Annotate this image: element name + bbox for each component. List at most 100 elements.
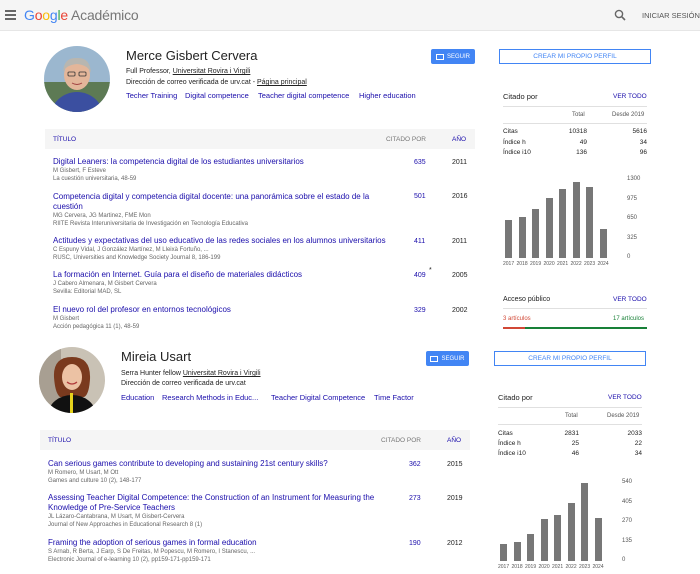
publication-cites[interactable]: 329 <box>414 307 426 314</box>
stat-label: Índice h <box>498 440 521 447</box>
publication-title[interactable]: La formación en Internet. Guía para el d… <box>53 270 383 280</box>
publication-year: 2015 <box>447 461 463 468</box>
stat-total: 136 <box>576 149 587 156</box>
chart-bar-2024[interactable] <box>599 229 607 258</box>
stat-label: Índice h <box>503 139 526 146</box>
publication-cites[interactable]: 362 <box>409 461 421 468</box>
col-all-header: Total <box>572 112 585 118</box>
available-count[interactable]: 17 artículos <box>613 316 644 322</box>
keyword-link[interactable]: Time Factor <box>374 393 414 402</box>
chart-bar-2019[interactable] <box>532 209 539 258</box>
chart-bar-2017[interactable] <box>505 220 512 258</box>
logo-suffix: Académico <box>71 7 139 23</box>
position-text: Serra Hunter fellow <box>121 370 183 377</box>
publication-title[interactable]: Digital Leaners: la competencia digital … <box>53 157 383 167</box>
keyword-link[interactable]: Teacher Digital Competence <box>271 393 365 402</box>
keyword-link[interactable]: Higher education <box>359 91 416 100</box>
public-access-view-all[interactable]: VER TODO <box>613 296 647 303</box>
publication-cites[interactable]: 411 <box>414 238 425 245</box>
chart-y-tick: 1300 <box>627 176 641 182</box>
avatar[interactable] <box>44 46 110 112</box>
homepage-link[interactable]: Página principal <box>257 79 307 86</box>
publication-title[interactable]: Framing the adoption of serious games in… <box>48 538 383 548</box>
publication-cites[interactable]: 409 <box>414 272 426 279</box>
publication-year: 2019 <box>447 495 463 502</box>
chart-bar-2023[interactable] <box>581 483 588 561</box>
envelope-icon <box>435 53 444 60</box>
stat-since: 34 <box>639 139 647 146</box>
chart-bar-2017[interactable] <box>500 544 507 561</box>
publication-title[interactable]: El nuevo rol del profesor en entornos te… <box>53 305 383 315</box>
keyword-link[interactable]: Techer Training <box>126 91 177 100</box>
publication-cites[interactable]: 501 <box>414 193 426 200</box>
chart-bar-2021[interactable] <box>554 515 561 561</box>
chart-x-tick: 2023 <box>584 261 596 267</box>
create-profile-button[interactable]: CREAR MI PROPIO PERFIL <box>499 49 651 64</box>
affiliation-link[interactable]: Universitat Rovira i Virgili <box>183 370 261 377</box>
chart-x-tick: 2023 <box>579 564 591 570</box>
keyword-link[interactable]: Research Methods in Educ... <box>162 393 258 402</box>
chart-bar-2020[interactable] <box>545 198 553 258</box>
keyword-link[interactable]: Education <box>121 393 154 402</box>
publication-title[interactable]: Actitudes y expectativas del uso educati… <box>53 236 398 246</box>
publication-title[interactable]: Can serious games contribute to developi… <box>48 459 378 469</box>
chart-bar-2023[interactable] <box>586 187 593 258</box>
chart-y-tick: 0 <box>627 254 631 260</box>
sort-cited[interactable]: CITADO POR <box>381 437 421 444</box>
logo-letter: e <box>60 7 68 23</box>
avatar[interactable] <box>39 347 105 413</box>
sort-year[interactable]: AÑO <box>452 136 466 143</box>
chart-bar-2022[interactable] <box>572 182 580 258</box>
publication-year: 2016 <box>452 193 468 200</box>
keyword-link[interactable]: Digital competence <box>185 91 249 100</box>
chart-bar-2018[interactable] <box>518 217 526 258</box>
publication-row: Assessing Teacher Digital Competence: th… <box>48 493 383 529</box>
keyword-link[interactable]: Teacher digital competence <box>258 91 349 100</box>
sort-title[interactable]: TÍTULO <box>48 437 71 444</box>
publications-header: TÍTULO CITADO POR AÑO <box>40 430 470 450</box>
chart-y-tick: 650 <box>627 215 638 221</box>
publication-row: El nuevo rol del profesor en entornos te… <box>53 305 383 331</box>
not-available-count[interactable]: 3 artículos <box>503 316 531 322</box>
create-profile-button[interactable]: CREAR MI PROPIO PERFIL <box>494 351 646 366</box>
publication-authors: M Gisbert, F Esteve <box>53 168 107 174</box>
follow-button[interactable]: SEGUIR <box>431 49 475 64</box>
chart-bar-2019[interactable] <box>527 534 534 561</box>
chart-bar-2021[interactable] <box>559 189 566 258</box>
profile-name: Mireia Usart <box>121 349 192 364</box>
available-bar <box>525 327 647 329</box>
stat-row: Citas 2831 2033 <box>498 430 643 437</box>
publication-title[interactable]: Competencia digital y competencia digita… <box>53 192 393 212</box>
stat-total: 10318 <box>568 128 587 135</box>
stat-total: 2831 <box>564 430 579 437</box>
chart-bar-2020[interactable] <box>540 519 548 561</box>
col-since-header: Desde 2019 <box>607 413 640 419</box>
publication-authors: JL Lázaro-Cantabrana, M Usart, M Gisbert… <box>48 514 185 520</box>
publication-cites[interactable]: 190 <box>409 540 421 547</box>
signin-link[interactable]: INICIAR SESIÓN <box>642 11 700 20</box>
sort-year[interactable]: AÑO <box>447 437 461 444</box>
chart-bar-2022[interactable] <box>567 503 575 561</box>
publication-cites[interactable]: 273 <box>409 495 421 502</box>
chart-x-tick: 2022 <box>565 564 577 570</box>
follow-button[interactable]: SEGUIR <box>426 351 469 366</box>
publications-header: TÍTULO CITADO POR AÑO <box>45 129 475 149</box>
publication-cites[interactable]: 635 <box>414 159 426 166</box>
stat-label: Índice i10 <box>498 450 526 457</box>
merged-citation-star: * <box>429 267 432 274</box>
sort-cited[interactable]: CITADO POR <box>386 136 426 143</box>
rail-divider <box>498 424 642 425</box>
chart-x-tick: 2024 <box>597 261 609 267</box>
publication-year: 2002 <box>452 307 468 314</box>
sort-title[interactable]: TÍTULO <box>53 136 76 143</box>
google-scholar-logo[interactable]: Google Académico <box>24 7 139 23</box>
chart-bar-2018[interactable] <box>513 542 521 561</box>
menu-icon[interactable] <box>5 10 16 20</box>
chart-bar-2024[interactable] <box>594 518 602 561</box>
col-since-header: Desde 2019 <box>612 112 645 118</box>
search-icon[interactable] <box>614 9 626 21</box>
publication-title[interactable]: Assessing Teacher Digital Competence: th… <box>48 493 383 513</box>
affiliation-link[interactable]: Universitat Rovira i Virgili <box>173 68 251 75</box>
cited-by-view-all[interactable]: VER TODO <box>613 93 647 100</box>
cited-by-view-all[interactable]: VER TODO <box>608 394 642 401</box>
